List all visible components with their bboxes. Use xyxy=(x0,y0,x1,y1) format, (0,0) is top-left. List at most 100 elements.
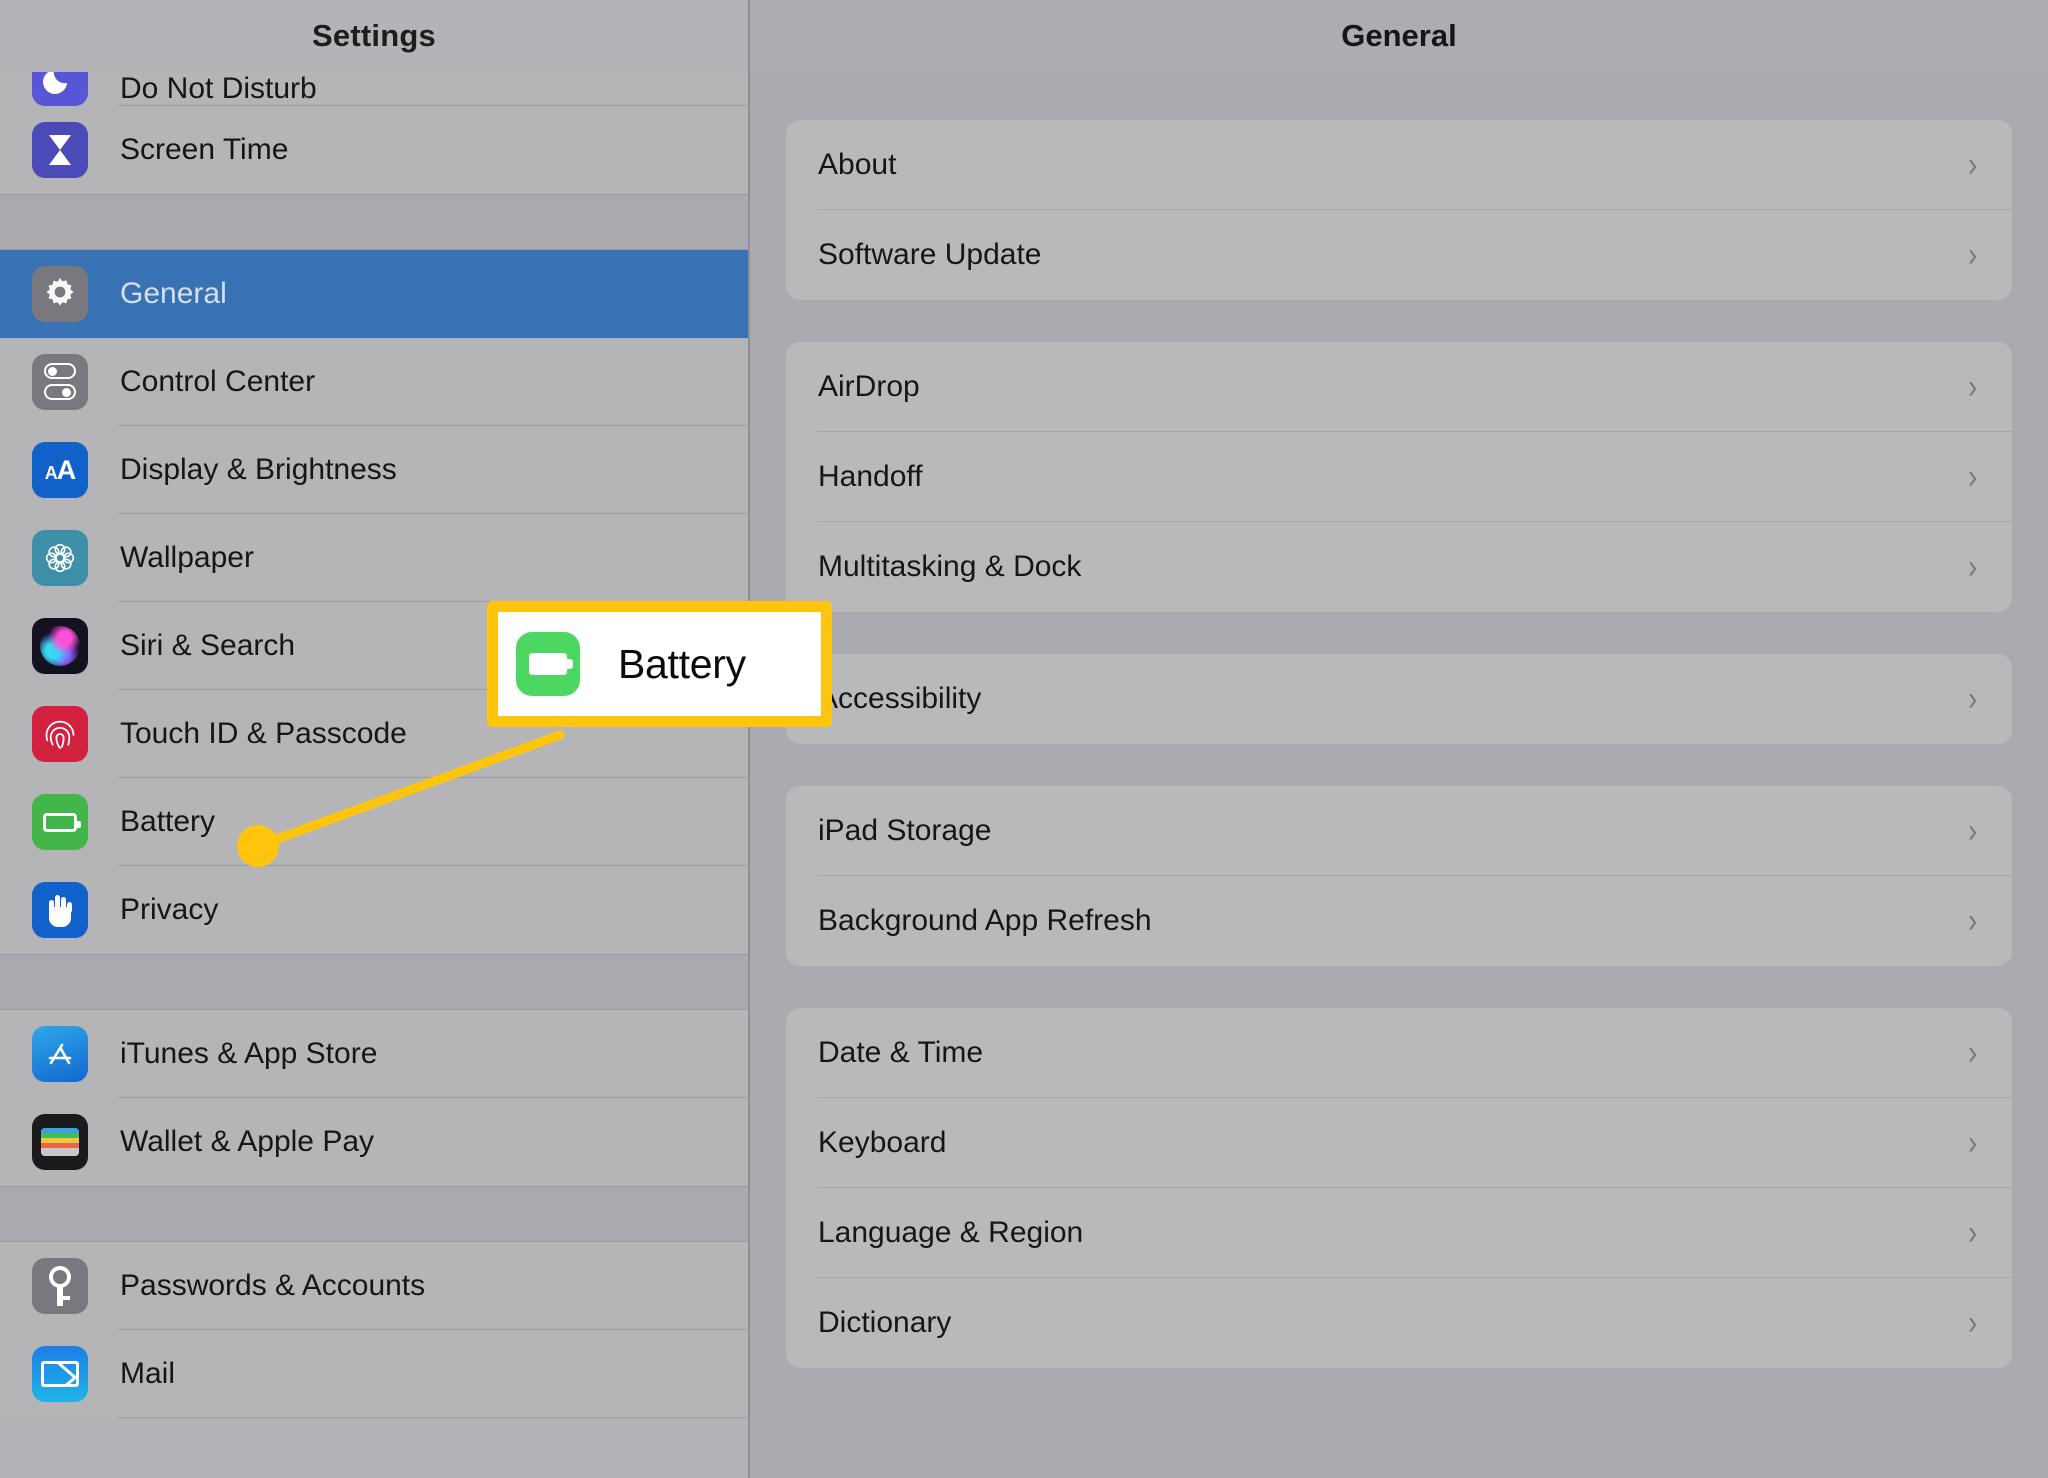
battery-icon xyxy=(32,794,88,850)
detail-row-accessibility[interactable]: Accessibility › xyxy=(786,654,2012,744)
sidebar-item-general[interactable]: General xyxy=(0,250,748,338)
envelope-icon xyxy=(32,1346,88,1402)
flower-icon xyxy=(32,530,88,586)
chevron-right-icon: › xyxy=(1967,368,1977,406)
sidebar-group: Passwords & Accounts Mail xyxy=(0,1242,748,1418)
wallet-glyph xyxy=(41,1128,79,1156)
sidebar-item-label: Touch ID & Passcode xyxy=(120,717,407,750)
hourglass-icon xyxy=(32,122,88,178)
envelope-glyph xyxy=(41,1361,79,1387)
toggles-icon xyxy=(32,354,88,410)
sidebar-group: iTunes & App Store Wallet & Apple Pay xyxy=(0,1010,748,1186)
detail-row-label: Software Update xyxy=(818,238,1042,271)
key-icon xyxy=(32,1258,88,1314)
chevron-right-icon: › xyxy=(1967,146,1977,184)
detail-row-label: iPad Storage xyxy=(818,814,992,847)
battery-glyph xyxy=(43,812,81,832)
detail-row-label: Dictionary xyxy=(818,1306,952,1339)
detail-row-label: AirDrop xyxy=(818,370,920,403)
settings-card: Accessibility › xyxy=(786,654,2012,744)
battery-glyph xyxy=(529,653,573,675)
sidebar-item-do-not-disturb[interactable]: Do Not Disturb xyxy=(0,72,748,106)
sidebar-item-label: Display & Brightness xyxy=(120,453,397,486)
sidebar-group-gap xyxy=(0,954,748,1010)
detail-row-label: Accessibility xyxy=(818,682,982,715)
settings-card: About › Software Update › xyxy=(786,120,2012,300)
hourglass-glyph xyxy=(49,133,71,167)
sidebar-group: Do Not Disturb Screen Time xyxy=(0,72,748,194)
sidebar-item-label: Screen Time xyxy=(120,133,289,166)
app-store-glyph xyxy=(48,1043,72,1065)
chevron-right-icon: › xyxy=(1967,812,1977,850)
sidebar-item-label: Wallpaper xyxy=(120,541,254,574)
chevron-right-icon: › xyxy=(1967,1304,1977,1342)
detail-row-keyboard[interactable]: Keyboard › xyxy=(786,1098,2012,1188)
chevron-right-icon: › xyxy=(1967,1034,1977,1072)
ipad-settings-screen: Settings Do Not Disturb Screen Time Gene… xyxy=(0,0,2048,1478)
sidebar-scroll-area[interactable]: Do Not Disturb Screen Time General Contr… xyxy=(0,72,748,1418)
detail-row-dictionary[interactable]: Dictionary › xyxy=(786,1278,2012,1368)
hand-icon xyxy=(32,882,88,938)
detail-row-label: Multitasking & Dock xyxy=(818,550,1082,583)
wallet-icon xyxy=(32,1114,88,1170)
detail-row-label: Handoff xyxy=(818,460,923,493)
sidebar-item-label: Battery xyxy=(120,805,216,838)
sidebar-item-label: Siri & Search xyxy=(120,629,296,662)
detail-row-multitasking-dock[interactable]: Multitasking & Dock › xyxy=(786,522,2012,612)
detail-row-handoff[interactable]: Handoff › xyxy=(786,432,2012,522)
chevron-right-icon: › xyxy=(1967,1214,1977,1252)
detail-row-date-time[interactable]: Date & Time › xyxy=(786,1008,2012,1098)
sidebar-item-label: Control Center xyxy=(120,365,316,398)
sidebar-item-display-brightness[interactable]: AA Display & Brightness xyxy=(0,426,748,514)
detail-row-label: Language & Region xyxy=(818,1216,1084,1249)
callout-label: Battery xyxy=(618,640,746,687)
chevron-right-icon: › xyxy=(1967,902,1977,940)
sidebar-group-gap xyxy=(0,194,748,250)
sidebar-item-wallet-apple-pay[interactable]: Wallet & Apple Pay xyxy=(0,1098,748,1186)
hand-glyph xyxy=(47,893,73,927)
sidebar-item-itunes-app-store[interactable]: iTunes & App Store xyxy=(0,1010,748,1098)
sidebar-item-label: Do Not Disturb xyxy=(120,72,317,105)
battery-callout: Battery xyxy=(487,601,832,727)
chevron-right-icon: › xyxy=(1967,458,1977,496)
flower-glyph xyxy=(45,543,75,573)
key-glyph xyxy=(49,1266,71,1306)
sidebar-item-label: Mail xyxy=(120,1357,176,1390)
detail-row-language-region[interactable]: Language & Region › xyxy=(786,1188,2012,1278)
moon-glyph xyxy=(43,72,67,94)
detail-body: About › Software Update › AirDrop › Hand… xyxy=(750,120,2048,1368)
chevron-right-icon: › xyxy=(1967,1124,1977,1162)
aa-glyph: AA xyxy=(44,454,76,485)
settings-card: AirDrop › Handoff › Multitasking & Dock … xyxy=(786,342,2012,612)
sidebar-item-label: iTunes & App Store xyxy=(120,1037,378,1070)
callout-inner: Battery xyxy=(498,612,821,716)
sidebar-item-privacy[interactable]: Privacy xyxy=(0,866,748,954)
sidebar-item-passwords-accounts[interactable]: Passwords & Accounts xyxy=(0,1242,748,1330)
fingerprint-glyph xyxy=(45,720,75,749)
chevron-right-icon: › xyxy=(1967,548,1977,586)
sidebar-item-mail[interactable]: Mail xyxy=(0,1330,748,1418)
detail-row-label: Background App Refresh xyxy=(818,904,1152,937)
sidebar-item-battery[interactable]: Battery xyxy=(0,778,748,866)
detail-row-background-app-refresh[interactable]: Background App Refresh › xyxy=(786,876,2012,966)
sidebar-item-label: Passwords & Accounts xyxy=(120,1269,426,1302)
general-detail-pane: General About › Software Update › AirDro… xyxy=(750,0,2048,1478)
chevron-right-icon: › xyxy=(1967,236,1977,274)
settings-card: iPad Storage › Background App Refresh › xyxy=(786,786,2012,966)
detail-title: General xyxy=(750,0,2048,72)
detail-row-ipad-storage[interactable]: iPad Storage › xyxy=(786,786,2012,876)
moon-icon xyxy=(32,72,88,106)
detail-row-airdrop[interactable]: AirDrop › xyxy=(786,342,2012,432)
sidebar-item-control-center[interactable]: Control Center xyxy=(0,338,748,426)
detail-row-about[interactable]: About › xyxy=(786,120,2012,210)
toggles-glyph xyxy=(44,362,76,402)
settings-sidebar: Settings Do Not Disturb Screen Time Gene… xyxy=(0,0,750,1478)
detail-row-label: About xyxy=(818,148,897,181)
sidebar-item-screen-time[interactable]: Screen Time xyxy=(0,106,748,194)
app-store-icon xyxy=(32,1026,88,1082)
battery-icon xyxy=(516,632,580,696)
sidebar-item-wallpaper[interactable]: Wallpaper xyxy=(0,514,748,602)
sidebar-item-label: Privacy xyxy=(120,893,219,926)
sidebar-item-label: Wallet & Apple Pay xyxy=(120,1125,375,1158)
detail-row-software-update[interactable]: Software Update › xyxy=(786,210,2012,300)
